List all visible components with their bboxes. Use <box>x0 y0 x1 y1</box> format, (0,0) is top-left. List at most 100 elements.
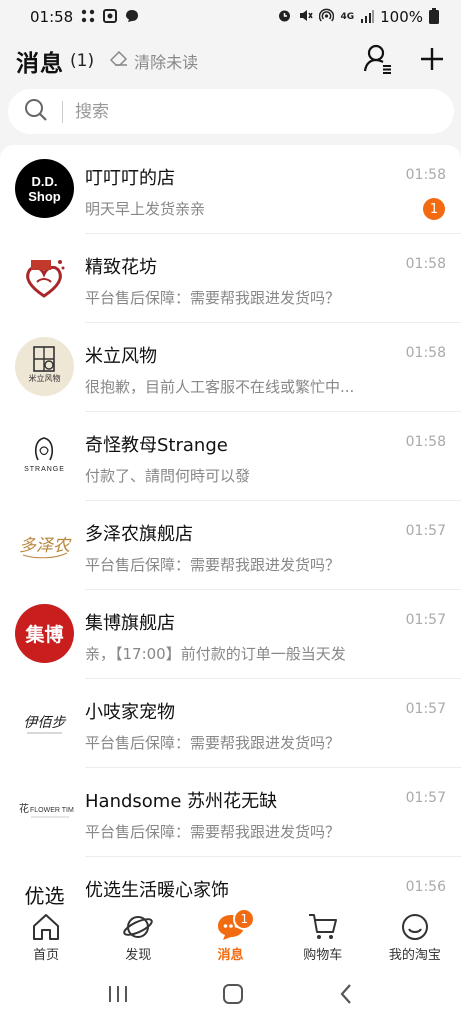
message-list: D.D. Shop 叮叮叮的店 明天早上发货亲亲 01:58 1 精致花坊 平台… <box>0 145 461 910</box>
bottom-nav: 首页 发现 1 消息 购物车 我的淘宝 <box>0 908 461 968</box>
conversation-time: 01:56 <box>405 879 446 895</box>
conversation-row[interactable]: 优选 优选生活暖心家饰 01:56 <box>0 857 461 910</box>
alarm-icon <box>277 8 292 26</box>
home-button-icon[interactable] <box>222 983 244 1009</box>
conversation-time: 01:58 <box>405 345 446 361</box>
avatar: STRANGE <box>15 426 74 485</box>
search-divider <box>62 100 63 123</box>
svg-text:STRANGE: STRANGE <box>24 466 65 473</box>
conversation-preview: 付款了、請問何時可以發 <box>85 467 251 485</box>
nav-label: 购物车 <box>303 948 343 963</box>
status-time: 01:58 <box>30 8 74 26</box>
conversation-preview: 明天早上发货亲亲 <box>85 200 206 218</box>
avatar: 多泽农 <box>15 515 74 574</box>
grid-dots-icon <box>81 9 95 26</box>
conversation-name: 优选生活暖心家饰 <box>85 880 229 901</box>
search-icon <box>24 98 48 126</box>
chat-bubble-icon <box>125 9 139 26</box>
nav-home[interactable]: 首页 <box>0 908 92 968</box>
avatar: D.D. Shop <box>15 159 74 218</box>
4g-lte-icon: 4G <box>340 11 355 22</box>
conversation-preview: 平台售后保障：需要帮我跟进发货吗？ <box>85 289 341 307</box>
svg-text:FLOWER TIME: FLOWER TIME <box>30 807 74 814</box>
clear-unread-label: 清除未读 <box>134 53 199 72</box>
conversation-time: 01:57 <box>405 701 446 717</box>
square-app-icon <box>103 8 118 26</box>
nav-my-taobao[interactable]: 我的淘宝 <box>369 908 461 968</box>
avatar: 优选 <box>15 871 74 910</box>
home-icon <box>29 912 63 942</box>
conversation-row[interactable]: 多泽农 多泽农旗舰店 平台售后保障：需要帮我跟进发货吗？ 01:57 <box>0 501 461 590</box>
svg-text:多泽农: 多泽农 <box>19 536 72 556</box>
avatar: 花 FLOWER TIME <box>15 782 74 841</box>
nav-label: 我的淘宝 <box>388 948 441 963</box>
svg-text:集博: 集博 <box>24 623 63 646</box>
conversation-time: 01:58 <box>405 434 446 450</box>
svg-text:花: 花 <box>19 802 29 815</box>
status-bar: 01:58 4G 100% <box>0 0 461 34</box>
planet-icon <box>121 912 155 942</box>
conversation-name: Handsome 苏州花无缺 <box>85 791 278 812</box>
conversation-preview: 平台售后保障：需要帮我跟进发货吗？ <box>85 734 341 752</box>
conversation-preview: 平台售后保障：需要帮我跟进发货吗？ <box>85 823 341 841</box>
avatar <box>15 248 74 307</box>
conversation-name: 集博旗舰店 <box>85 613 175 634</box>
conversation-row[interactable]: 集博 集博旗舰店 亲，【17:00】前付款的订单一般当天发 01:57 <box>0 590 461 679</box>
conversation-row[interactable]: 米立风物 米立风物 很抱歉，目前人工客服不在线或繁忙中... 01:58 <box>0 323 461 412</box>
conversation-time: 01:57 <box>405 790 446 806</box>
search-bar[interactable] <box>8 89 454 134</box>
smiley-icon <box>398 912 432 942</box>
conversation-name: 多泽农旗舰店 <box>85 524 193 545</box>
conversation-time: 01:58 <box>405 167 446 183</box>
mute-icon <box>298 8 314 26</box>
nav-unread-badge: 1 <box>233 908 256 930</box>
unread-count: (1) <box>70 51 95 71</box>
conversation-row[interactable]: 伊佰步 小吱家宠物 平台售后保障：需要帮我跟进发货吗？ 01:57 <box>0 679 461 768</box>
svg-text:Shop: Shop <box>28 189 61 204</box>
header: 消息 (1) 清除未读 <box>0 38 461 84</box>
avatar: 米立风物 <box>15 337 74 396</box>
cart-icon <box>306 912 340 942</box>
conversation-name: 叮叮叮的店 <box>85 168 175 189</box>
conversation-preview: 平台售后保障：需要帮我跟进发货吗？ <box>85 556 341 574</box>
conversation-name: 米立风物 <box>85 346 157 367</box>
add-icon[interactable] <box>419 46 445 76</box>
recent-apps-icon[interactable] <box>107 984 129 1008</box>
nav-cart[interactable]: 购物车 <box>277 908 369 968</box>
contacts-icon[interactable] <box>363 44 393 78</box>
conversation-row[interactable]: 精致花坊 平台售后保障：需要帮我跟进发货吗？ 01:58 <box>0 234 461 323</box>
svg-text:米立风物: 米立风物 <box>29 373 61 383</box>
nav-discover[interactable]: 发现 <box>92 908 184 968</box>
svg-text:伊佰步: 伊佰步 <box>24 715 67 731</box>
clear-unread-button[interactable]: 清除未读 <box>110 49 198 73</box>
battery-icon <box>429 7 439 27</box>
conversation-time: 01:58 <box>405 256 446 272</box>
conversation-row[interactable]: 花 FLOWER TIME Handsome 苏州花无缺 平台售后保障：需要帮我… <box>0 768 461 857</box>
conversation-row[interactable]: STRANGE 奇怪教母Strange 付款了、請問何時可以發 01:58 <box>0 412 461 501</box>
svg-text:D.D.: D.D. <box>32 174 58 189</box>
conversation-time: 01:57 <box>405 612 446 628</box>
nav-label: 首页 <box>33 948 60 963</box>
conversation-row[interactable]: D.D. Shop 叮叮叮的店 明天早上发货亲亲 01:58 1 <box>0 145 461 234</box>
conversation-name: 奇怪教母Strange <box>85 435 228 456</box>
avatar: 集博 <box>15 604 74 663</box>
back-icon[interactable] <box>338 983 354 1009</box>
signal-icon <box>360 9 375 26</box>
system-nav-bar <box>0 968 461 1024</box>
nav-label: 消息 <box>217 948 244 963</box>
nav-messages[interactable]: 1 消息 <box>184 908 276 968</box>
conversation-name: 小吱家宠物 <box>85 702 175 723</box>
page-title: 消息 <box>16 51 64 77</box>
avatar: 伊佰步 <box>15 693 74 752</box>
search-input[interactable] <box>75 101 375 122</box>
conversation-time: 01:57 <box>405 523 446 539</box>
conversation-preview: 很抱歉，目前人工客服不在线或繁忙中... <box>85 378 355 396</box>
eraser-icon <box>110 50 128 71</box>
hotspot-icon <box>319 8 335 26</box>
nav-label: 发现 <box>125 948 152 963</box>
svg-text:优选: 优选 <box>25 884 65 908</box>
conversation-name: 精致花坊 <box>85 257 157 278</box>
unread-badge: 1 <box>423 198 445 220</box>
battery-level: 100% <box>380 8 423 26</box>
conversation-preview: 亲，【17:00】前付款的订单一般当天发 <box>85 645 346 663</box>
